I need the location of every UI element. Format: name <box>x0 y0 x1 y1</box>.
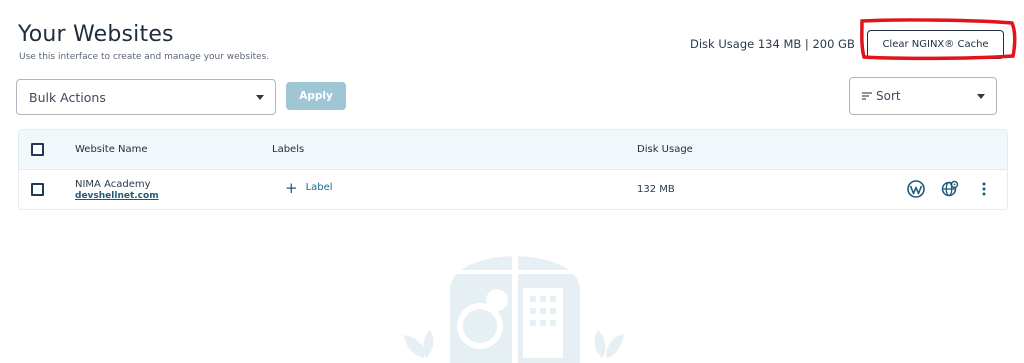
sort-select[interactable]: Sort <box>849 77 997 115</box>
website-name: NIMA Academy <box>75 179 151 190</box>
apply-button[interactable]: Apply <box>286 82 346 110</box>
table-header: Website Name Labels Disk Usage <box>19 130 1007 170</box>
page-title: Your Websites <box>18 22 174 47</box>
bulk-actions-label: Bulk Actions <box>29 89 106 105</box>
column-labels: Labels <box>272 144 305 155</box>
sort-label: Sort <box>876 89 901 103</box>
globe-settings-icon[interactable] <box>941 180 959 198</box>
select-all-checkbox[interactable] <box>31 143 44 156</box>
wordpress-icon[interactable] <box>907 180 925 198</box>
bulk-actions-select[interactable]: Bulk Actions <box>16 79 276 115</box>
add-label-text: Label <box>305 182 333 193</box>
table-row: NIMA Academy devshellnet.com + Label 132… <box>19 171 1007 209</box>
website-disk-usage: 132 MB <box>637 184 675 195</box>
chevron-down-icon <box>977 94 985 99</box>
plus-icon: + <box>285 178 298 197</box>
clear-nginx-cache-button[interactable]: Clear NGINX® Cache <box>867 30 1004 59</box>
page-subtitle: Use this interface to create and manage … <box>19 52 270 62</box>
sort-icon <box>862 92 872 100</box>
more-vertical-icon[interactable] <box>975 180 993 198</box>
empty-state-illustration <box>404 236 624 363</box>
column-website-name[interactable]: Website Name <box>75 144 148 155</box>
disk-usage-summary: Disk Usage 134 MB | 200 GB <box>690 37 855 51</box>
websites-table: Website Name Labels Disk Usage NIMA Acad… <box>18 129 1008 210</box>
column-disk-usage[interactable]: Disk Usage <box>637 144 693 155</box>
website-domain-link[interactable]: devshellnet.com <box>75 191 159 201</box>
chevron-down-icon <box>256 95 264 100</box>
row-checkbox[interactable] <box>31 183 44 196</box>
add-label-button[interactable]: + Label <box>285 178 333 197</box>
